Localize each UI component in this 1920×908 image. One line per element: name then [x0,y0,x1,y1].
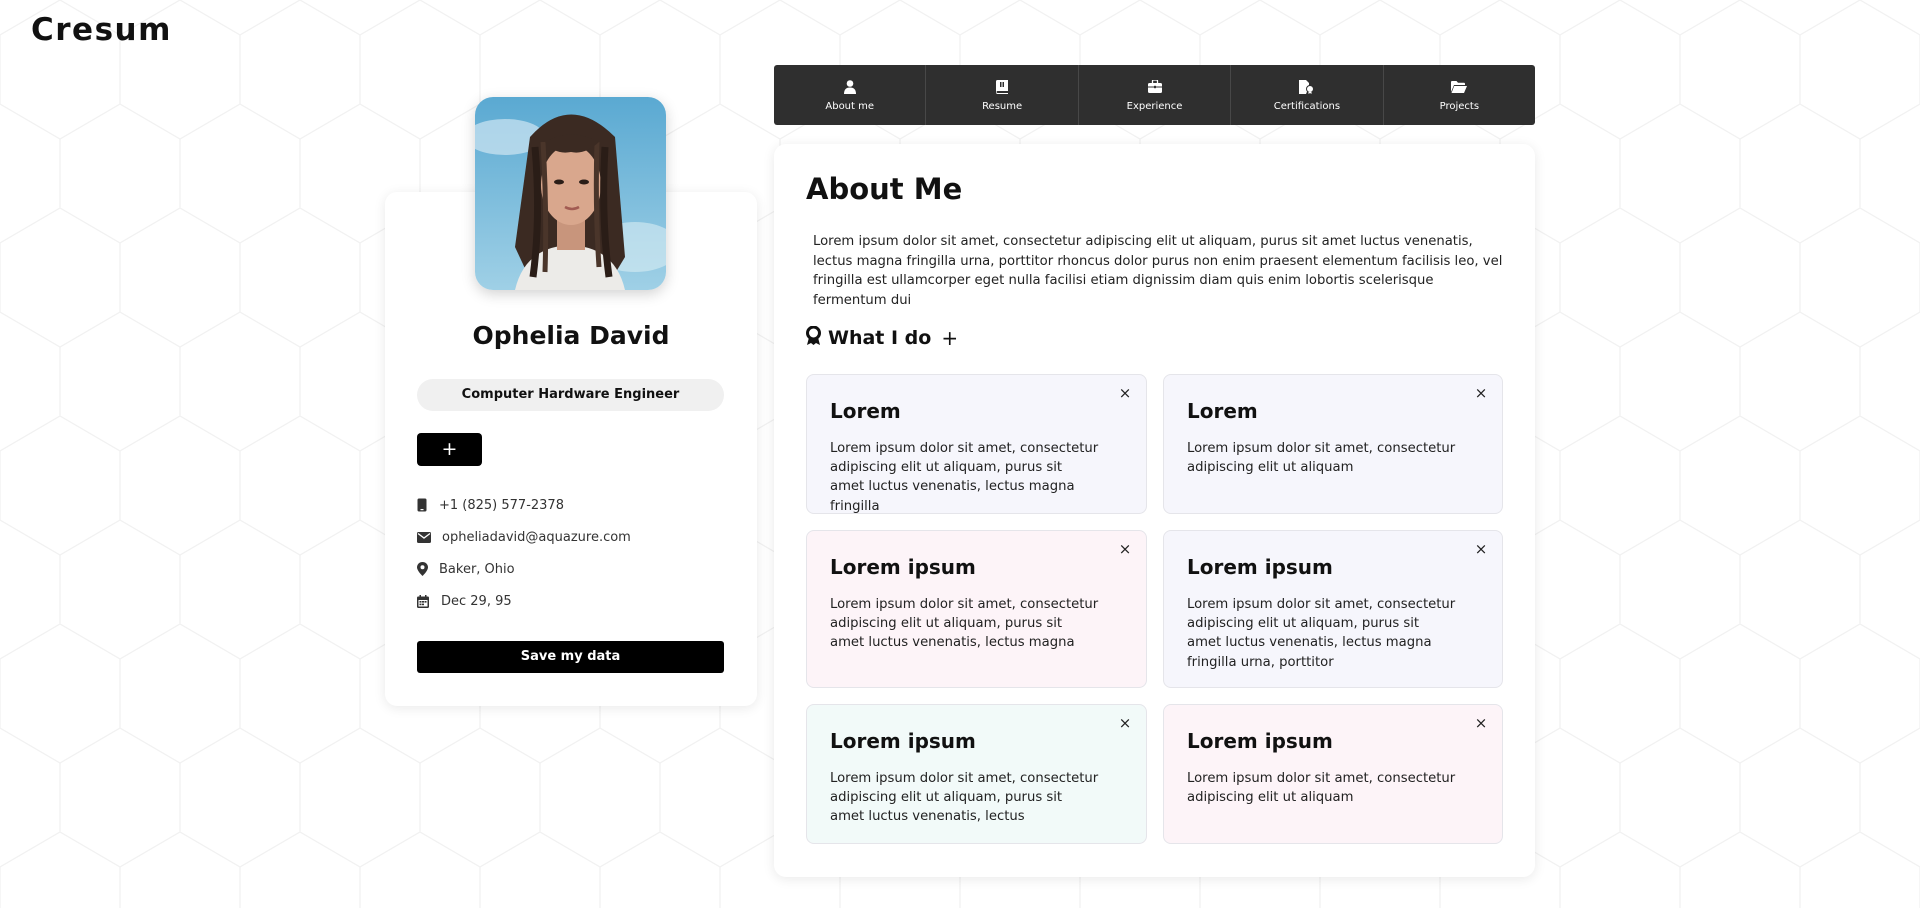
close-icon[interactable]: × [1117,541,1133,557]
add-button[interactable]: + [417,433,482,466]
about-description: Lorem ipsum dolor sit amet, consectetur … [813,234,1503,308]
phone-text[interactable]: +1 (825) 577-2378 [439,498,564,513]
service-description: Lorem ipsum dolor sit amet, consectetur … [1187,771,1456,806]
certificate-icon [1299,79,1315,95]
tab-certifications[interactable]: Certifications [1231,65,1384,125]
tab-label: Certifications [1273,100,1341,112]
briefcase-icon [1147,79,1162,95]
book-icon [996,79,1009,95]
tab-about-me[interactable]: About me [774,65,927,125]
contact-birthday: Dec 29, 95 [417,585,737,617]
envelope-icon [417,531,442,543]
close-icon[interactable]: × [1473,385,1489,401]
service-description: Lorem ipsum dolor sit amet, consectetur … [1187,441,1456,476]
calendar-icon [417,594,441,608]
email-text[interactable]: opheliadavid@aquazure.com [442,530,631,545]
service-description: Lorem ipsum dolor sit amet, consectetur … [830,597,1099,651]
service-title: Lorem ipsum [1187,555,1333,579]
service-card: Lorem Lorem ipsum dolor sit amet, consec… [1163,374,1503,514]
service-title: Lorem [830,399,901,423]
service-title: Lorem [1187,399,1258,423]
location-text: Baker, Ohio [439,561,515,577]
add-service-button[interactable]: + [941,328,958,348]
profile-name: Ophelia David [472,321,670,350]
close-icon[interactable]: × [1117,385,1133,401]
section-nav: About me Resume Experience Certification… [774,65,1535,125]
profile-photo [475,97,666,290]
tab-label: Experience [1126,100,1183,112]
service-title: Lorem ipsum [1187,729,1333,753]
service-card: Lorem ipsum Lorem ipsum dolor sit amet, … [806,704,1147,844]
location-pin-icon [417,562,439,576]
service-card: Lorem Lorem ipsum dolor sit amet, consec… [806,374,1147,514]
service-title: Lorem ipsum [830,729,976,753]
service-description: Lorem ipsum dolor sit amet, consectetur … [830,771,1099,825]
service-card: Lorem ipsum Lorem ipsum dolor sit amet, … [1163,704,1503,844]
close-icon[interactable]: × [1117,715,1133,731]
tab-label: About me [825,100,875,112]
save-my-data-button[interactable]: Save my data [417,641,724,673]
tab-label: Resume [982,100,1023,112]
brand-logo[interactable]: Cresum [31,12,172,48]
service-card: Lorem ipsum Lorem ipsum dolor sit amet, … [806,530,1147,688]
what-i-do-title: What I do [828,326,932,349]
service-title: Lorem ipsum [830,555,976,579]
contact-list: +1 (825) 577-2378 opheliadavid@aquazure.… [417,489,737,617]
birthday-text: Dec 29, 95 [441,593,512,609]
job-title-badge: Computer Hardware Engineer [417,379,724,411]
tab-resume[interactable]: Resume [926,65,1079,125]
contact-phone: +1 (825) 577-2378 [417,489,737,521]
contact-location: Baker, Ohio [417,553,737,585]
phone-icon [417,498,439,512]
service-description: Lorem ipsum dolor sit amet, consectetur … [830,441,1099,514]
contact-email: opheliadavid@aquazure.com [417,521,737,553]
tab-projects[interactable]: Projects [1384,65,1535,125]
what-i-do-header: What I do + [806,325,958,349]
page-title: About Me [806,172,963,206]
close-icon[interactable]: × [1473,541,1489,557]
service-description: Lorem ipsum dolor sit amet, consectetur … [1187,597,1456,670]
close-icon[interactable]: × [1473,715,1489,731]
tab-experience[interactable]: Experience [1079,65,1232,125]
award-icon [806,325,821,349]
tab-label: Projects [1439,100,1480,112]
service-card: Lorem ipsum Lorem ipsum dolor sit amet, … [1163,530,1503,688]
user-icon [843,79,856,95]
folder-icon [1451,79,1468,95]
